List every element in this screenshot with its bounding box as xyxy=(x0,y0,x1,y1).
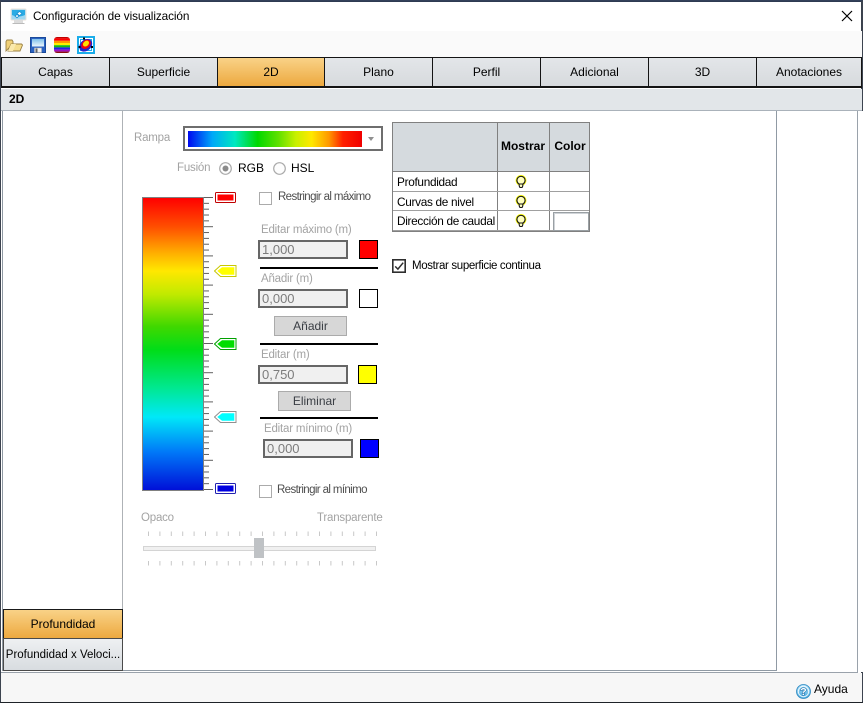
svg-text:?: ? xyxy=(800,686,806,698)
